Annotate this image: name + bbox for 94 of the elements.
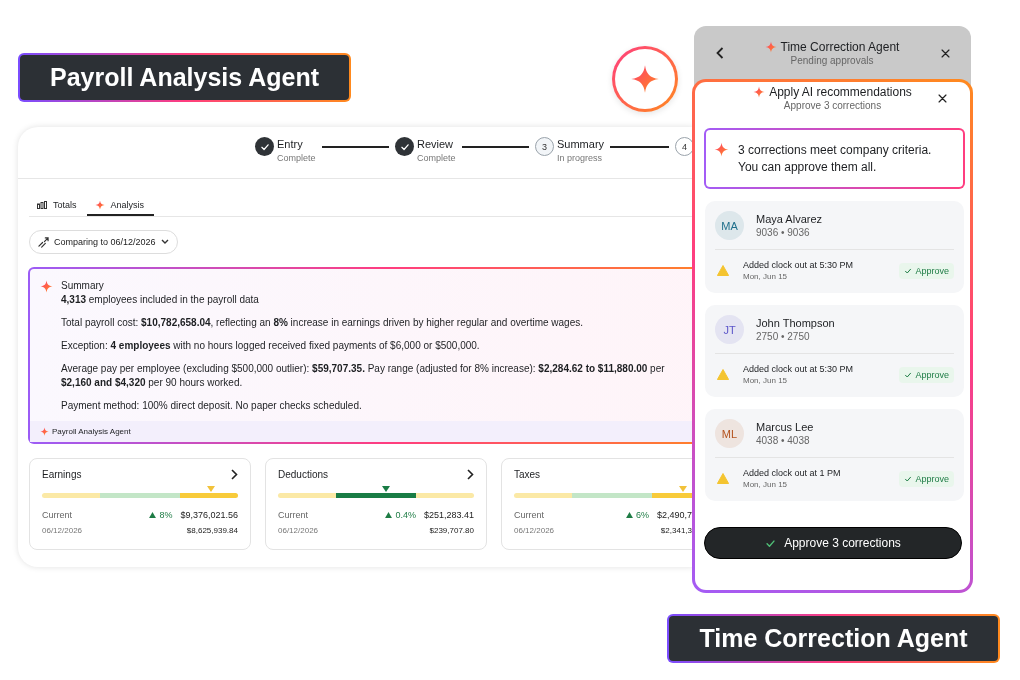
up-arrow-icon [625,512,633,518]
correction-text: Added clock out at 5:30 PM [743,260,855,270]
change-value: 0.4% [385,510,416,520]
correction-date: Mon, Jun 15 [743,272,789,281]
tab[interactable]: Totals [29,196,87,216]
chevron-icon[interactable] [467,469,474,480]
summary-text: 4,313 employees included in the payroll data [61,293,260,307]
check-icon [904,266,913,275]
employee-name: Maya Alvarez [756,213,823,225]
avatar: JT [715,315,744,344]
sparkle-icon [714,142,729,157]
panel-subtitle: Approve 3 corrections [782,100,883,111]
callout-text: 3 corrections meet company criteria. You can approve them all. [738,142,933,175]
employee-id: 9036 • 9036 [756,227,811,238]
change-value: 6% [625,510,649,520]
employee-id: 4038 • 4038 [756,435,811,446]
up-arrow-icon [149,512,157,518]
summary-text: Exception: 4 employees with no hours logged received fixed payments of $6,000 or $500,000. [61,339,481,353]
step-label: Review [417,137,455,151]
row-label: Current [514,510,545,520]
row-label: Current [42,510,73,520]
caret-icon [160,239,169,245]
panel-title: Apply AI recommendations [769,85,912,99]
compare-dropdown[interactable]: Comparing to 06/12/2026 [29,230,178,254]
step-label: Entry [277,137,304,151]
check-icon [904,370,913,379]
correction-date: Mon, Jun 15 [743,480,789,489]
panel-title: Time Correction Agent [780,40,900,54]
agent-label: Time Correction Agent [667,614,1000,663]
metric-card[interactable]: Earnings Current 8% $9,376,021.56 06/12/2026 $8,625,939.84 [29,458,251,550]
step-status: Complete [277,152,316,165]
metric-title: Earnings [42,469,82,480]
sparkle-icon [753,86,766,98]
step-label: Summary [557,137,605,151]
amount: $2,490,7 [656,510,692,520]
approve-button[interactable]: Approve [899,262,954,279]
approve-button[interactable]: Approve [899,366,954,383]
sparkle-icon [764,41,777,53]
avatar: MA [715,211,744,240]
gauge-marker [206,486,215,492]
employee-name: Marcus Lee [756,421,814,433]
sparkle-icon [40,280,53,293]
gauge-marker [381,486,390,492]
step-status: Complete [417,152,456,165]
amount: $239,707.80 [429,526,474,535]
step-indicator: 3 [535,137,554,156]
close-icon[interactable] [937,92,948,104]
metric-card[interactable]: Deductions Current 0.4% $251,283.41 06/12/2026 $239,707.80 [265,458,487,550]
warning-icon [717,265,729,276]
step-indicator: 4 [675,137,694,156]
up-arrow-icon [385,512,393,518]
amount: $251,283.41 [423,510,474,520]
check-icon [399,141,410,152]
metric-title: Taxes [514,469,541,480]
agent-label: Payroll Analysis Agent [18,53,351,102]
approve-all-button[interactable]: Approve 3 corrections [704,527,962,559]
sparkle-icon [40,427,49,436]
employee-id: 2750 • 2750 [756,331,811,342]
tab[interactable]: Analysis [86,196,155,216]
amount: $2,341,3 [660,526,692,535]
close-icon[interactable] [940,47,951,59]
date: 06/12/2026 [42,526,84,535]
employee-name: John Thompson [756,317,835,329]
correction-date: Mon, Jun 15 [743,376,789,385]
step-status: In progress [557,152,604,165]
summary-text: $2,160 and $4,320 per 90 hours worked. [61,376,244,390]
panel-subtitle: Pending approvals [789,55,875,66]
warning-icon [717,473,729,484]
chevron-icon[interactable] [231,469,238,480]
metric-title: Deductions [278,469,329,480]
bar-chart-icon [37,201,47,209]
check-icon [904,474,913,483]
correction-text: Added clock out at 1 PM [743,468,842,478]
check-icon [259,141,270,152]
date: 06/12/2026 [514,526,556,535]
back-icon[interactable] [716,47,724,59]
sparkle-icon [94,200,105,210]
compare-icon [38,236,49,248]
approve-button[interactable]: Approve [899,470,954,487]
summary-title: Summary [61,279,105,292]
agent-name: Payroll Analysis Agent [52,427,131,436]
change-value: 8% [149,510,173,520]
summary-text: Payment method: 100% direct deposit. No paper checks scheduled. [61,399,363,413]
gauge-marker [678,486,687,492]
avatar: ML [715,419,744,448]
correction-text: Added clock out at 5:30 PM [743,364,855,374]
summary-text: Average pay per employee (excluding $500,000 outlier): $59,707.35. Pay range (adjusted for 8% increase): $2,284.62 to $11,880.00 per [61,362,665,376]
sparkle-icon [630,64,660,94]
amount: $8,625,939.84 [186,526,238,535]
row-label: Current [278,510,309,520]
summary-text: Total payroll cost: $10,782,658.04, reflecting an 8% increase in earnings driven by higher regular and overtime wages. [61,316,584,330]
warning-icon [717,369,729,380]
amount: $9,376,021.56 [180,510,238,520]
date: 06/12/2026 [278,526,320,535]
